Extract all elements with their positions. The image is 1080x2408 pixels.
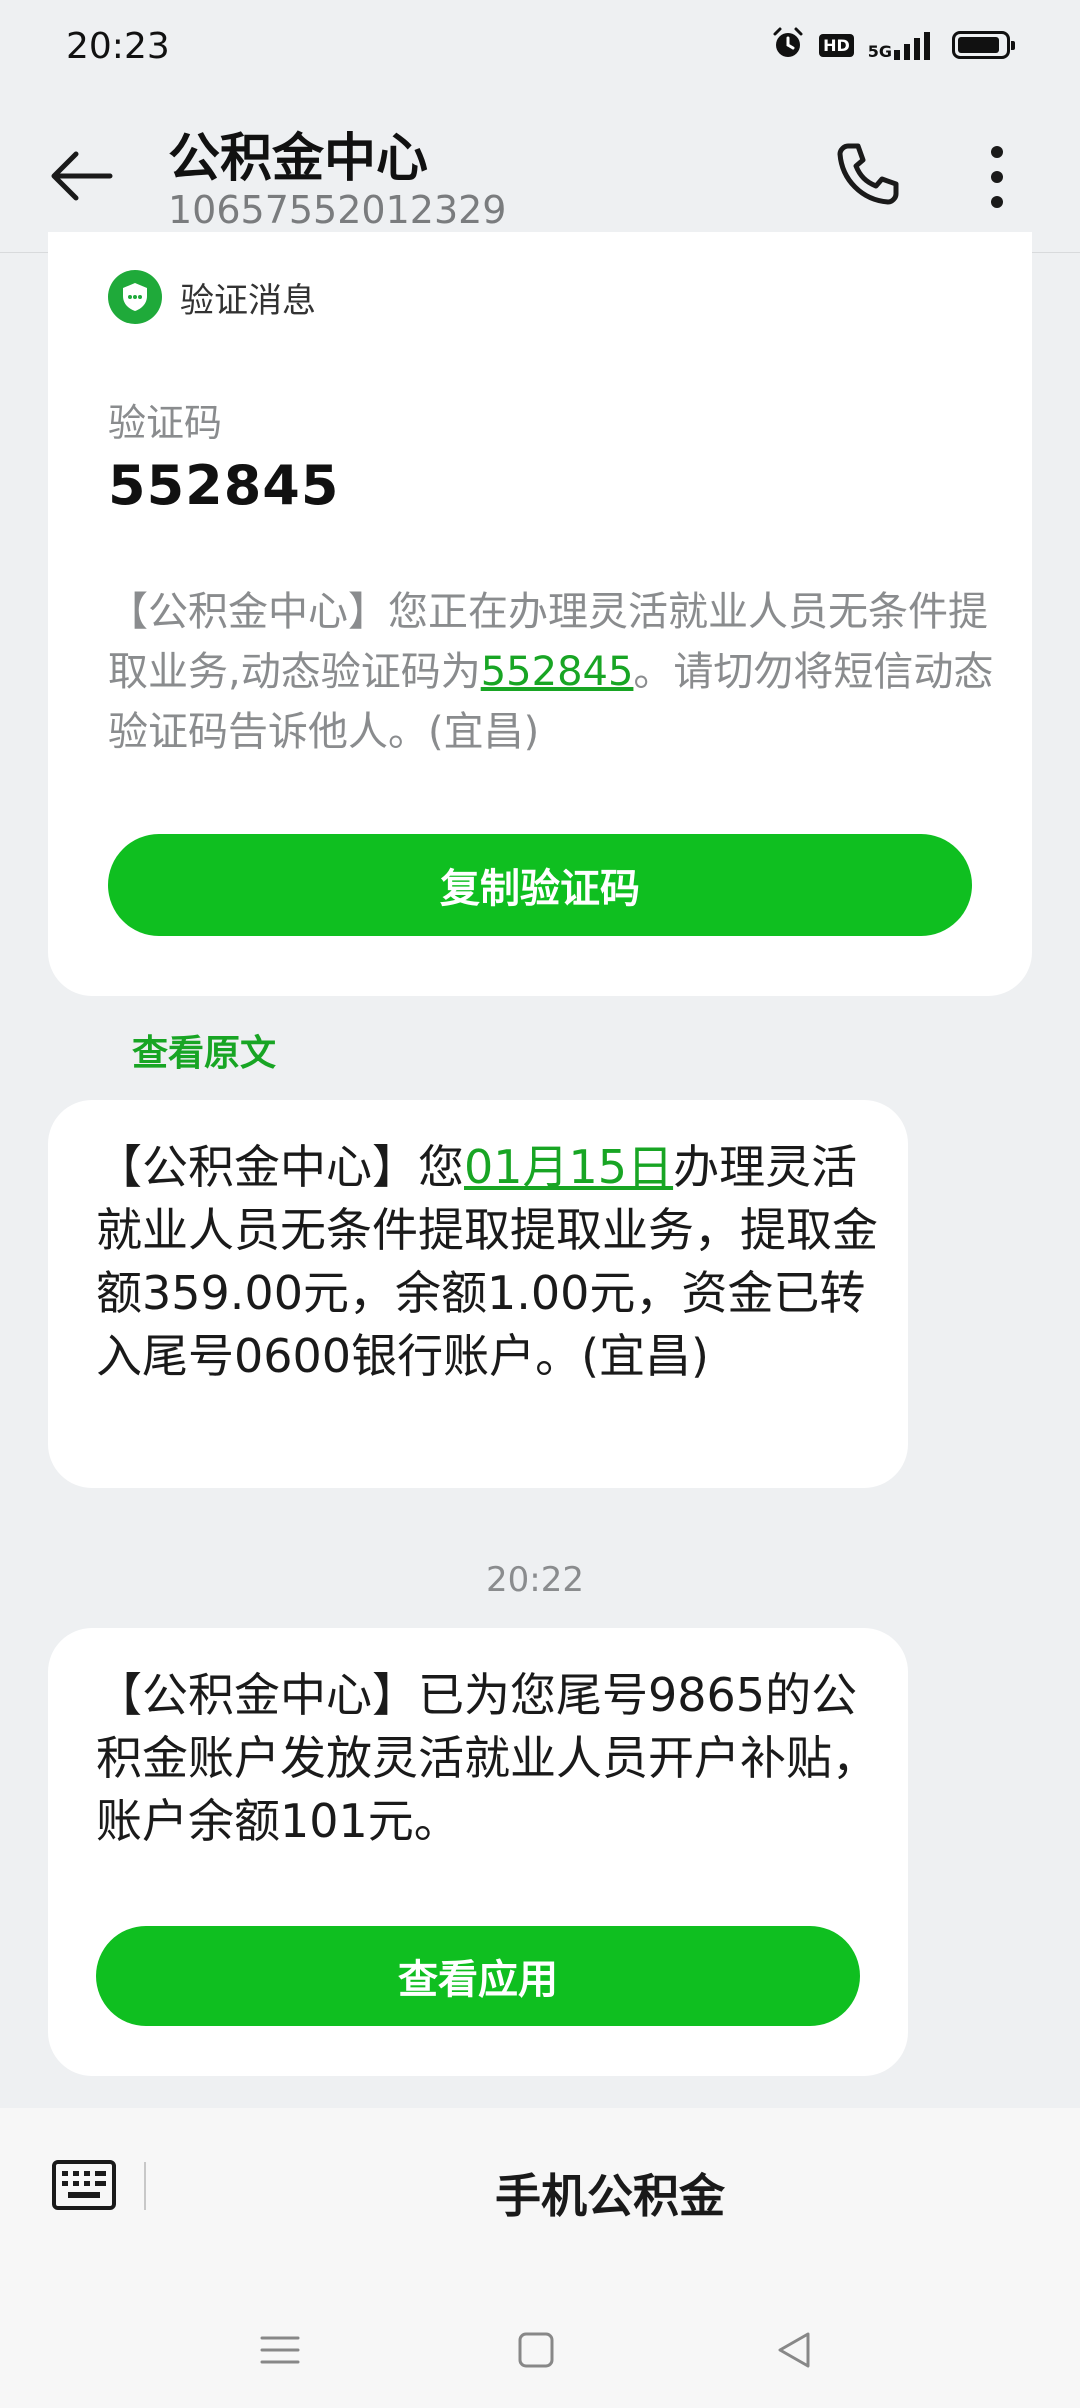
status-bar: 20:23 HD 5G xyxy=(0,0,1080,96)
back-icon[interactable] xyxy=(764,2320,824,2380)
view-original-link[interactable]: 查看原文 xyxy=(132,1024,276,1076)
battery-level xyxy=(958,37,1000,53)
message-text-before: 【公积金中心】您 xyxy=(96,1140,464,1194)
sender-number: 10657552012329 xyxy=(168,188,507,232)
alarm-icon xyxy=(771,26,805,64)
message-bubble: 【公积金中心】您01月15日办理灵活就业人员无条件提取提取业务，提取金额359.… xyxy=(48,1100,908,1488)
code-value: 552845 xyxy=(108,454,340,517)
menu-item-mobile-fund[interactable]: 手机公积金 xyxy=(0,2160,1080,2226)
conversation-header: 公积金中心 10657552012329 xyxy=(0,96,1080,253)
hd-icon: HD xyxy=(819,33,854,57)
message-bubble: 【公积金中心】已为您尾号9865的公积金账户发放灵活就业人员开户补贴，账户余额1… xyxy=(48,1628,908,2076)
otp-code-link[interactable]: 552845 xyxy=(481,649,634,695)
shield-icon xyxy=(108,270,162,324)
back-arrow-icon[interactable] xyxy=(46,146,116,206)
message-text: 【公积金中心】已为您尾号9865的公积金账户发放灵活就业人员开户补贴，账户余额1… xyxy=(96,1668,878,1848)
status-icons: HD 5G xyxy=(771,26,1015,64)
signal-icon: 5G xyxy=(868,30,938,60)
date-link[interactable]: 01月15日 xyxy=(464,1140,673,1194)
page-title: 公积金中心 xyxy=(168,129,429,189)
open-app-button[interactable]: 查看应用 xyxy=(96,1926,860,2026)
phone-icon[interactable] xyxy=(832,138,904,210)
system-nav-bar xyxy=(0,2278,1080,2408)
time-divider: 20:22 xyxy=(486,1560,584,1600)
home-icon[interactable] xyxy=(506,2320,566,2380)
menu-icon[interactable] xyxy=(250,2320,310,2380)
otp-message-text: 【公积金中心】您正在办理灵活就业人员无条件提取业务,动态验证码为552845。请… xyxy=(108,582,1008,762)
copy-code-button[interactable]: 复制验证码 xyxy=(108,834,972,936)
battery-icon xyxy=(952,31,1015,59)
status-time: 20:23 xyxy=(66,26,170,67)
message-text: 【公积金中心】您01月15日办理灵活就业人员无条件提取提取业务，提取金额359.… xyxy=(96,1136,886,1388)
code-caption: 验证码 xyxy=(108,401,223,445)
verify-badge-label: 验证消息 xyxy=(180,280,316,321)
input-bar: 手机公积金 xyxy=(0,2108,1080,2278)
more-vert-icon[interactable] xyxy=(972,142,1022,212)
otp-message-card: 验证消息 验证码 552845 【公积金中心】您正在办理灵活就业人员无条件提取业… xyxy=(48,232,1032,996)
network-label: 5G xyxy=(867,42,892,61)
verify-badge-row: 验证消息 xyxy=(108,270,316,324)
